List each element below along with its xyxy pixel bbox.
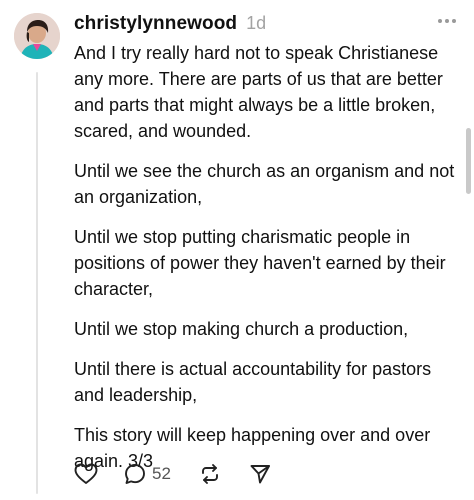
reply-count: 52 [152,464,171,483]
share-button[interactable] [249,463,271,485]
post-paragraph: Until there is actual accountability for… [74,359,432,405]
more-options-icon[interactable] [438,19,456,23]
repost-button[interactable] [199,463,221,485]
post-paragraph: Until we stop making church a production… [74,319,409,339]
thread-line [36,72,38,494]
like-button[interactable] [74,463,98,485]
post-paragraph: And I try really hard not to speak Chris… [74,43,443,141]
heart-icon [74,463,98,484]
post-paragraph: Until we stop putting charismatic people… [74,227,446,299]
scrollbar[interactable] [466,128,471,194]
post-paragraph: Until we see the church as an organism a… [74,161,455,207]
comment-icon [125,464,145,484]
post-text: And I try really hard not to speak Chris… [74,40,458,488]
repost-icon [201,464,218,484]
avatar-photo [14,13,60,59]
action-bar: 52 [74,461,271,487]
reply-button[interactable]: 52 [124,463,171,485]
post-time: 1d [246,13,267,33]
avatar[interactable] [14,13,60,59]
username[interactable]: christylynnewood [74,13,237,35]
send-icon [250,465,270,484]
thread-post: christylynnewood 1d And I try really har… [0,0,474,500]
post-header: christylynnewood 1d [74,13,460,35]
